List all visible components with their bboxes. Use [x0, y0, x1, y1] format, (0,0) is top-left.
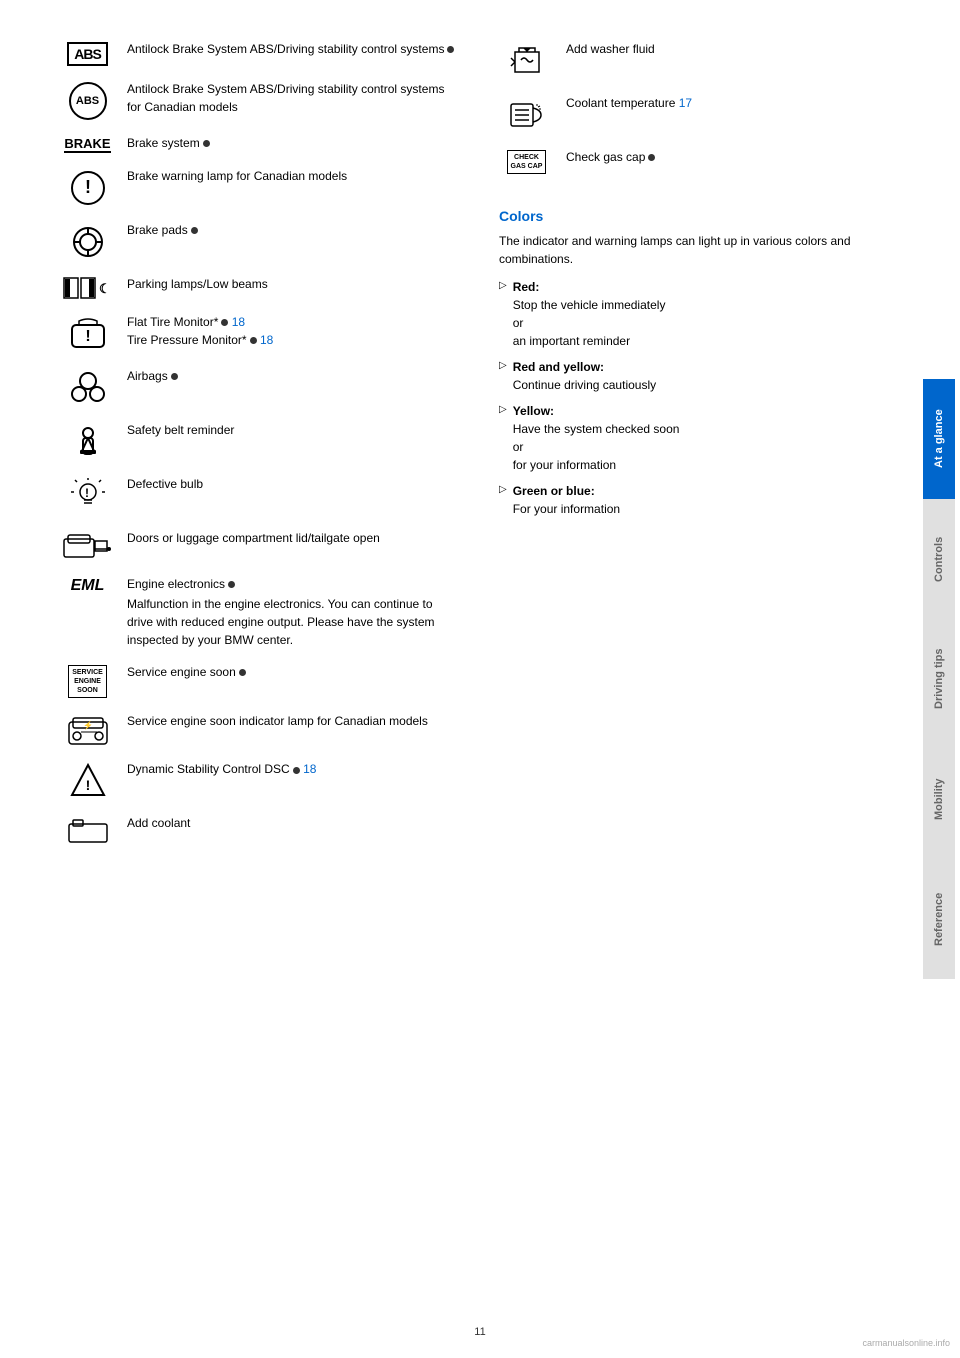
sidebar-tab-driving-tips[interactable]: Driving tips — [923, 619, 955, 739]
list-item: ⚡ Service engine soon indicator lamp for… — [60, 712, 459, 746]
service-engine-icon: SERVICEENGINESOON — [60, 663, 115, 698]
list-item: ABS Antilock Brake System ABS/Driving st… — [60, 80, 459, 120]
list-item: SERVICEENGINESOON Service engine soon — [60, 663, 459, 698]
color-red-yellow-text: Red and yellow: Continue driving cautiou… — [513, 358, 656, 394]
svg-text:!: ! — [85, 177, 91, 197]
colors-intro: The indicator and warning lamps can ligh… — [499, 232, 898, 268]
svg-text:!: ! — [85, 328, 90, 345]
brake-warning-text: Brake warning lamp for Canadian models — [127, 167, 459, 185]
svg-text:!: ! — [85, 486, 89, 500]
sidebar-tab-controls[interactable]: Controls — [923, 499, 955, 619]
list-item: ☾ Parking lamps/Low beams — [60, 275, 459, 299]
flat-tire-icon: ! — [60, 313, 115, 353]
airbags-icon — [60, 367, 115, 407]
list-item: Brake pads — [60, 221, 459, 261]
list-item: Airbags — [60, 367, 459, 407]
airbags-text: Airbags — [127, 367, 459, 385]
brake-text: Brake system — [127, 134, 459, 152]
brake-icon: BRAKE — [60, 134, 115, 153]
list-item: EML Engine electronics Malfunction in th… — [60, 575, 459, 649]
doors-icon — [60, 529, 115, 561]
list-item: BRAKE Brake system — [60, 134, 459, 153]
arrow-icon: ▷ — [499, 280, 507, 291]
watermark: carmanualsonline.info — [862, 1338, 950, 1348]
page-number: 11 — [474, 1326, 485, 1338]
parking-text: Parking lamps/Low beams — [127, 275, 459, 293]
list-item: ! Brake warning lamp for Canadian models — [60, 167, 459, 207]
dsc-link[interactable]: 18 — [303, 762, 316, 776]
list-item: ! Dynamic Stability Control DSC 18 — [60, 760, 459, 800]
svg-text:⚡: ⚡ — [83, 720, 93, 730]
list-item: Safety belt reminder — [60, 421, 459, 461]
list-item: Coolant temperature 17 — [499, 94, 898, 134]
defective-bulb-text: Defective bulb — [127, 475, 459, 493]
washer-fluid-icon — [499, 40, 554, 80]
tire-pressure-link[interactable]: 18 — [260, 333, 273, 347]
list-item: ABS Antilock Brake System ABS/Driving st… — [60, 40, 459, 66]
defective-bulb-icon: ! — [60, 475, 115, 515]
service-engine-text: Service engine soon — [127, 663, 459, 681]
dsc-icon: ! — [60, 760, 115, 800]
brake-pads-text: Brake pads — [127, 221, 459, 239]
arrow-icon: ▷ — [499, 360, 507, 371]
color-item-yellow: ▷ Yellow: Have the system checked soon o… — [499, 402, 898, 474]
brake-pads-icon — [60, 221, 115, 261]
list-item: Add washer fluid — [499, 40, 898, 80]
flat-tire-text: Flat Tire Monitor* 18 Tire Pressure Moni… — [127, 313, 459, 349]
color-item-green-blue: ▷ Green or blue: For your information — [499, 482, 898, 518]
dsc-text: Dynamic Stability Control DSC 18 — [127, 760, 459, 778]
color-green-blue-text: Green or blue: For your information — [513, 482, 620, 518]
arrow-icon: ▷ — [499, 404, 507, 415]
color-item-red: ▷ Red: Stop the vehicle immediately or a… — [499, 278, 898, 350]
sidebar-tab-reference[interactable]: Reference — [923, 859, 955, 979]
coolant-temp-icon — [499, 94, 554, 134]
list-item: CHECKGAS CAP Check gas cap — [499, 148, 898, 174]
list-item: ! Defective bulb — [60, 475, 459, 515]
sidebar: At a glance Controls Driving tips Mobili… — [918, 0, 960, 1358]
svg-text:!: ! — [85, 777, 90, 793]
check-gas-cap-text: Check gas cap — [566, 148, 898, 166]
left-column: ABS Antilock Brake System ABS/Driving st… — [60, 40, 459, 1318]
service-engine-canadian-icon: ⚡ — [60, 712, 115, 746]
doors-text: Doors or luggage compartment lid/tailgat… — [127, 529, 459, 547]
color-red-text: Red: Stop the vehicle immediately or an … — [513, 278, 666, 350]
arrow-icon: ▷ — [499, 484, 507, 495]
right-column: Add washer fluid Coolant temperature 17 — [499, 40, 898, 1318]
colors-title: Colors — [499, 208, 898, 224]
eml-icon: EML — [60, 575, 115, 595]
check-gas-cap-icon: CHECKGAS CAP — [499, 148, 554, 174]
add-coolant-text: Add coolant — [127, 814, 459, 832]
sidebar-tab-at-a-glance[interactable]: At a glance — [923, 379, 955, 499]
abs-icon: ABS — [60, 40, 115, 66]
seatbelt-text: Safety belt reminder — [127, 421, 459, 439]
parking-icon: ☾ — [60, 275, 115, 299]
list-item: ! Flat Tire Monitor* 18 Tire Pressure Mo… — [60, 313, 459, 353]
coolant-temp-text: Coolant temperature 17 — [566, 94, 898, 112]
washer-fluid-text: Add washer fluid — [566, 40, 898, 58]
colors-section: Colors The indicator and warning lamps c… — [499, 208, 898, 526]
list-item: Add coolant — [60, 814, 459, 844]
brake-warning-icon: ! — [60, 167, 115, 207]
service-engine-canadian-text: Service engine soon indicator lamp for C… — [127, 712, 459, 730]
flat-tire-link[interactable]: 18 — [232, 315, 245, 329]
color-item-red-yellow: ▷ Red and yellow: Continue driving cauti… — [499, 358, 898, 394]
color-yellow-text: Yellow: Have the system checked soon or … — [513, 402, 680, 474]
coolant-temp-link[interactable]: 17 — [679, 96, 692, 110]
svg-text:☾: ☾ — [99, 281, 111, 296]
abs-canadian-icon: ABS — [60, 80, 115, 120]
add-coolant-icon — [60, 814, 115, 844]
main-content: ABS Antilock Brake System ABS/Driving st… — [0, 0, 918, 1358]
list-item: Doors or luggage compartment lid/tailgat… — [60, 529, 459, 561]
abs-canadian-text: Antilock Brake System ABS/Driving stabil… — [127, 80, 459, 116]
eml-text: Engine electronics Malfunction in the en… — [127, 575, 459, 649]
seatbelt-icon — [60, 421, 115, 461]
sidebar-tab-mobility[interactable]: Mobility — [923, 739, 955, 859]
abs-text: Antilock Brake System ABS/Driving stabil… — [127, 40, 459, 58]
